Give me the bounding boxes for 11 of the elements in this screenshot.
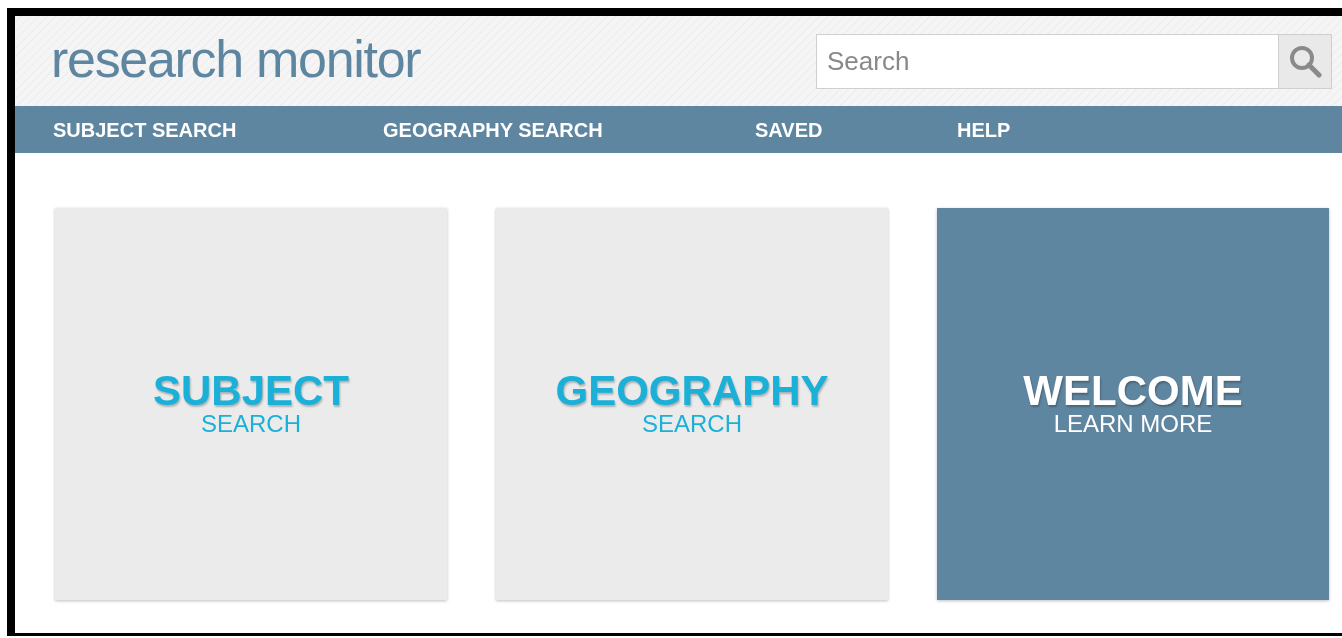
nav-link[interactable]: GEOGRAPHY SEARCH [383, 114, 755, 145]
site-logo[interactable]: research monitor [51, 33, 421, 89]
feature-tile[interactable]: GEOGRAPHY SEARCH [496, 208, 888, 600]
search-button[interactable] [1278, 33, 1332, 89]
feature-tile[interactable]: SUBJECT SEARCH [55, 208, 447, 600]
nav-link[interactable]: HELP [957, 114, 1077, 145]
nav-link[interactable]: SAVED [755, 114, 957, 145]
search-icon [1288, 44, 1322, 78]
search-field[interactable]: Search [816, 33, 1278, 89]
feature-tile[interactable]: WELCOME LEARN MORE [937, 208, 1329, 600]
nav-link[interactable]: SUBJECT SEARCH [53, 114, 383, 145]
